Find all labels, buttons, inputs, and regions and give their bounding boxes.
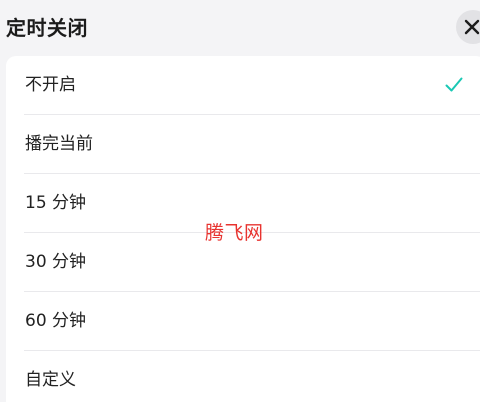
option-off[interactable]: 不开启 <box>6 56 480 115</box>
option-label: 自定义 <box>25 370 76 390</box>
option-label: 30 分钟 <box>25 252 87 272</box>
sheet-title: 定时关闭 <box>6 16 88 40</box>
option-label: 60 分钟 <box>25 311 87 331</box>
option-60-minutes[interactable]: 60 分钟 <box>6 292 480 351</box>
option-label: 播完当前 <box>25 134 93 154</box>
checkmark-icon <box>445 77 463 92</box>
option-label: 15 分钟 <box>25 193 87 213</box>
watermark-text: 腾飞网 <box>205 222 264 244</box>
close-button[interactable] <box>456 10 480 44</box>
option-label: 不开启 <box>25 75 76 95</box>
sleep-timer-sheet: 定时关闭 不开启 播完当前 15 分钟 30 分钟 60 分钟 自定义 腾飞网 <box>0 0 480 402</box>
close-icon <box>464 19 480 35</box>
option-finish-current[interactable]: 播完当前 <box>6 115 480 174</box>
sheet-header: 定时关闭 <box>0 0 480 54</box>
option-custom[interactable]: 自定义 <box>6 351 480 402</box>
